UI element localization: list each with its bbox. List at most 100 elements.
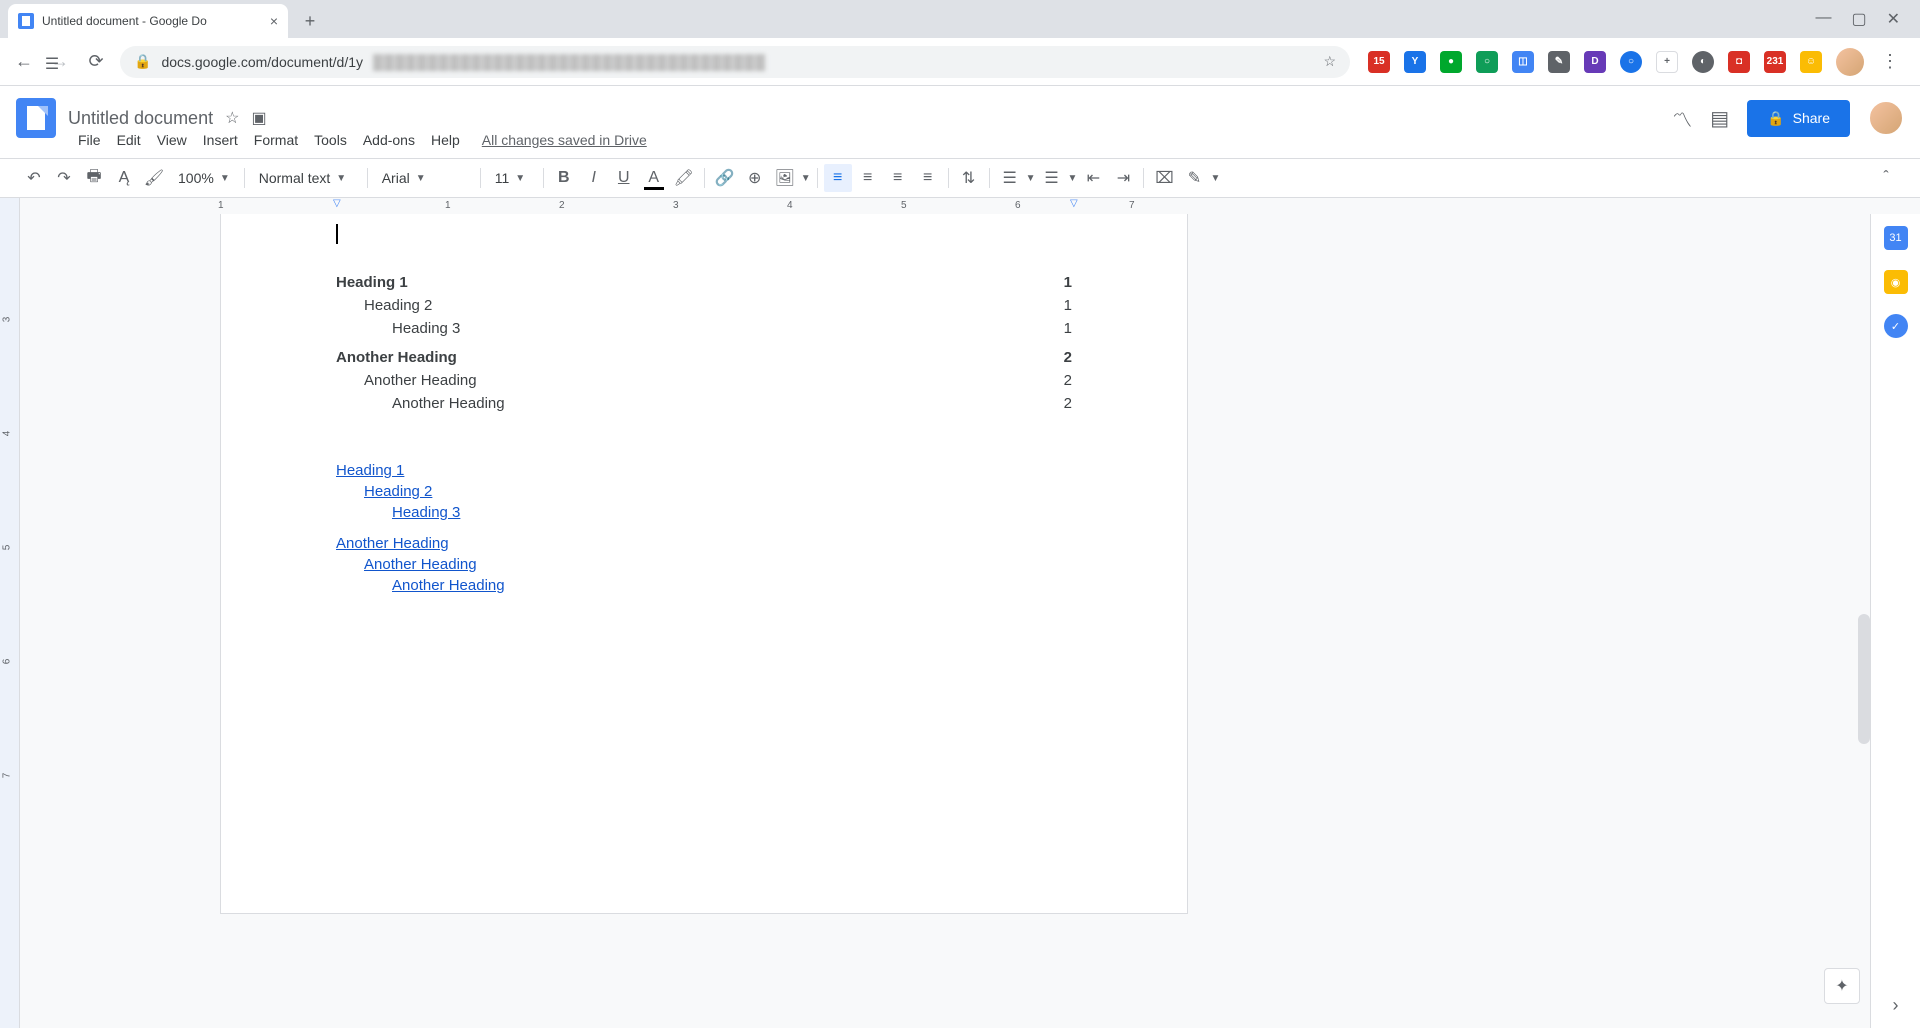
ext-icon-4[interactable]: ○ <box>1476 51 1498 73</box>
zoom-dropdown[interactable]: 100% ▼ <box>170 164 238 192</box>
horizontal-ruler[interactable]: 1 ▽ 1 2 3 4 5 6 ▽ 7 <box>20 198 1920 214</box>
browser-menu-icon[interactable]: ⋮ <box>1878 50 1902 74</box>
underline-button[interactable]: U <box>610 164 638 192</box>
back-button[interactable]: ← <box>12 50 36 74</box>
editing-mode-button[interactable]: ✎ <box>1180 164 1208 192</box>
ext-icon-5[interactable]: ◫ <box>1512 51 1534 73</box>
undo-button[interactable]: ↶ <box>20 164 48 192</box>
ext-icon-9[interactable]: + <box>1656 51 1678 73</box>
indent-marker-icon[interactable]: ▽ <box>333 198 341 209</box>
font-size-dropdown[interactable]: 11 ▼ <box>487 164 537 192</box>
highlight-button[interactable]: 🖍 <box>670 164 698 192</box>
text-color-button[interactable]: A <box>640 164 668 192</box>
collapse-toolbar-button[interactable]: ˆ <box>1872 164 1900 192</box>
toc-link[interactable]: Heading 1 <box>336 462 1072 479</box>
document-title[interactable]: Untitled document <box>68 108 213 129</box>
scrollbar-thumb[interactable] <box>1858 614 1870 744</box>
toc-link[interactable]: Heading 3 <box>336 504 1072 521</box>
star-document-icon[interactable]: ☆ <box>225 108 239 128</box>
paint-format-button[interactable]: 🖌 <box>140 164 168 192</box>
font-dropdown[interactable]: Arial ▼ <box>374 164 474 192</box>
document-outline-button[interactable]: ☰ <box>38 50 66 78</box>
menu-edit[interactable]: Edit <box>111 128 147 152</box>
print-button[interactable]: 🖶 <box>80 164 108 192</box>
new-tab-button[interactable]: + <box>296 7 324 35</box>
chevron-down-icon[interactable]: ▼ <box>801 173 811 184</box>
insert-comment-button[interactable]: ⊕ <box>741 164 769 192</box>
numbered-list-button[interactable]: ☰ <box>996 164 1024 192</box>
insert-link-button[interactable]: 🔗 <box>711 164 739 192</box>
toc-entry[interactable]: Another Heading2 <box>336 372 1072 389</box>
chevron-down-icon[interactable]: ▼ <box>1026 173 1036 184</box>
browser-tab[interactable]: Untitled document - Google Do × <box>8 4 288 38</box>
comments-icon[interactable]: ▤ <box>1710 106 1729 131</box>
ext-icon-11[interactable]: ◘ <box>1728 51 1750 73</box>
keep-sidebar-icon[interactable]: ◉ <box>1884 270 1908 294</box>
ext-icon-2[interactable]: Y <box>1404 51 1426 73</box>
activity-icon[interactable]: 〽 <box>1672 104 1692 133</box>
menu-format[interactable]: Format <box>248 128 304 152</box>
increase-indent-button[interactable]: ⇥ <box>1109 164 1137 192</box>
toc-link[interactable]: Another Heading <box>336 535 1072 552</box>
menu-view[interactable]: View <box>151 128 193 152</box>
minimize-icon[interactable]: — <box>1815 9 1831 29</box>
ext-icon-8[interactable]: ○ <box>1620 51 1642 73</box>
bookmark-star-icon[interactable]: ☆ <box>1323 53 1336 70</box>
document-page[interactable]: Heading 11 Heading 21 Heading 31 Another He… <box>220 214 1188 914</box>
line-spacing-button[interactable]: ⇅ <box>955 164 983 192</box>
address-bar[interactable]: 🔒 docs.google.com/document/d/1y ████████… <box>120 46 1350 78</box>
menu-insert[interactable]: Insert <box>197 128 244 152</box>
menu-addons[interactable]: Add-ons <box>357 128 421 152</box>
expand-sidebar-icon[interactable]: › <box>1893 995 1899 1016</box>
menu-tools[interactable]: Tools <box>308 128 353 152</box>
align-justify-button[interactable]: ≡ <box>914 164 942 192</box>
align-left-button[interactable]: ≡ <box>824 164 852 192</box>
tasks-sidebar-icon[interactable]: ✓ <box>1884 314 1908 338</box>
spellcheck-button[interactable]: Ą <box>110 164 138 192</box>
right-indent-marker-icon[interactable]: ▽ <box>1070 198 1078 209</box>
move-document-icon[interactable]: ▣ <box>251 108 266 128</box>
abp-ext-icon[interactable]: 231 <box>1764 51 1786 73</box>
insert-image-button[interactable]: 🖼 <box>771 164 799 192</box>
bold-button[interactable]: B <box>550 164 578 192</box>
italic-button[interactable]: I <box>580 164 608 192</box>
vertical-ruler[interactable]: 3 4 5 6 7 <box>0 214 20 1028</box>
close-window-icon[interactable]: ✕ <box>1887 9 1900 29</box>
toc-entry[interactable]: Heading 21 <box>336 297 1072 314</box>
calendar-sidebar-icon[interactable]: 31 <box>1884 226 1908 250</box>
toc-link[interactable]: Another Heading <box>336 577 1072 594</box>
bulleted-list-button[interactable]: ☰ <box>1038 164 1066 192</box>
share-button[interactable]: 🔒 Share <box>1747 100 1850 137</box>
ext-icon-6[interactable]: ✎ <box>1548 51 1570 73</box>
ext-icon-10[interactable]: ◐ <box>1692 51 1714 73</box>
save-status[interactable]: All changes saved in Drive <box>482 132 647 148</box>
explore-button[interactable]: ✦ <box>1824 968 1860 1004</box>
align-center-button[interactable]: ≡ <box>854 164 882 192</box>
account-avatar[interactable] <box>1868 100 1904 136</box>
toc-entry[interactable]: Heading 11 <box>336 274 1072 291</box>
menu-help[interactable]: Help <box>425 128 466 152</box>
ruler-mark: 3 <box>1 317 12 323</box>
clear-formatting-button[interactable]: ⌧ <box>1150 164 1178 192</box>
chevron-down-icon[interactable]: ▼ <box>1068 173 1078 184</box>
toc-entry[interactable]: Heading 31 <box>336 320 1072 337</box>
chevron-down-icon[interactable]: ▼ <box>1210 173 1220 184</box>
reload-button[interactable]: ⟳ <box>84 50 108 74</box>
ext-icon-13[interactable]: ☺ <box>1800 51 1822 73</box>
toc-link[interactable]: Heading 2 <box>336 483 1072 500</box>
docs-logo-icon[interactable] <box>16 98 56 138</box>
calendar-ext-icon[interactable]: 15 <box>1368 51 1390 73</box>
evernote-ext-icon[interactable]: ● <box>1440 51 1462 73</box>
align-right-button[interactable]: ≡ <box>884 164 912 192</box>
close-tab-icon[interactable]: × <box>270 13 278 29</box>
toc-entry[interactable]: Another Heading2 <box>336 349 1072 366</box>
ext-icon-7[interactable]: D <box>1584 51 1606 73</box>
toc-entry[interactable]: Another Heading2 <box>336 395 1072 412</box>
decrease-indent-button[interactable]: ⇤ <box>1079 164 1107 192</box>
redo-button[interactable]: ↷ <box>50 164 78 192</box>
maximize-icon[interactable]: ▢ <box>1851 9 1866 29</box>
toc-link[interactable]: Another Heading <box>336 556 1072 573</box>
menu-file[interactable]: File <box>72 128 107 152</box>
browser-profile-avatar[interactable] <box>1836 48 1864 76</box>
style-dropdown[interactable]: Normal text ▼ <box>251 164 361 192</box>
